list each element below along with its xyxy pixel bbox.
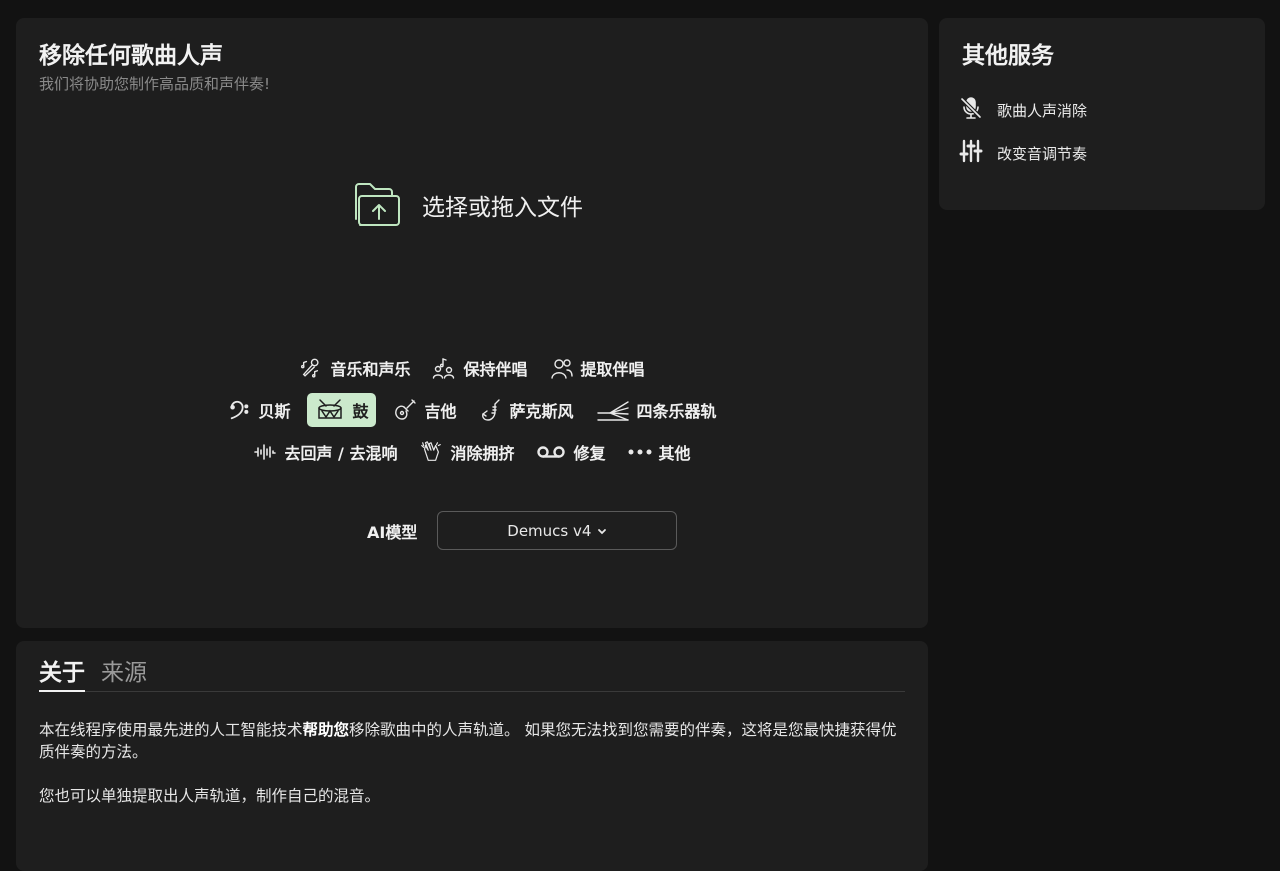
more-dots-icon [628, 440, 652, 464]
folder-upload-icon [352, 179, 404, 231]
option-label: 吉他 [424, 402, 457, 421]
voicemail-icon [536, 440, 566, 464]
about-panel: 关于 来源 本在线程序使用最先进的人工智能技术帮助您移除歌曲中的人声轨道。 如果… [16, 641, 928, 871]
about-paragraph-2: 您也可以单独提取出人声轨道，制作自己的混音。 [39, 787, 381, 805]
option-label: 去回声 / 去混响 [284, 444, 398, 463]
split-tracks-icon [596, 398, 630, 422]
mic-off-icon [959, 96, 983, 124]
option-row-3: 去回声 / 去混响 消除拥挤 修复 其他 [16, 435, 928, 469]
option-label: 音乐和声乐 [330, 360, 411, 379]
sliders-icon [959, 139, 983, 167]
upload-dropzone[interactable]: 选择或拖入文件 [352, 180, 583, 230]
option-label: 四条乐器轨 [636, 402, 717, 421]
microphone-note-icon [299, 356, 323, 380]
option-label: 萨克斯风 [509, 402, 574, 421]
option-bass[interactable]: 贝斯 [222, 393, 295, 427]
tab-source[interactable]: 来源 [101, 657, 147, 692]
option-keep-backing[interactable]: 保持伴唱 [427, 351, 532, 385]
option-decrowd[interactable]: 消除拥挤 [414, 435, 519, 469]
side-title: 其他服务 [962, 43, 1054, 69]
model-selector-row: AI模型 Demucs v4 [367, 511, 678, 550]
singers-icon [550, 356, 574, 380]
tab-about[interactable]: 关于 [39, 657, 85, 692]
option-extract-backing[interactable]: 提取伴唱 [545, 351, 650, 385]
option-label: 鼓 [352, 402, 369, 421]
option-label: 修复 [573, 444, 606, 463]
option-label: 贝斯 [258, 402, 291, 421]
model-dropdown[interactable]: Demucs v4 [437, 511, 678, 550]
option-drums[interactable]: 鼓 [307, 393, 377, 427]
option-label: 提取伴唱 [580, 360, 645, 379]
other-services-panel: 其他服务 歌曲人声消除 改变音调节奏 [939, 18, 1265, 210]
model-value: Demucs v4 [507, 521, 592, 540]
about-text: 本在线程序使用最先进的人工智能技术帮助您移除歌曲中的人声轨道。 如果您无法找到您… [39, 719, 909, 829]
option-label: 其他 [658, 444, 691, 463]
chevron-down-icon [597, 522, 607, 540]
main-panel: 移除任何歌曲人声 我们将协助您制作高品质和声伴奏! 选择或拖入文件 音乐和声乐 … [16, 18, 928, 628]
option-guitar[interactable]: 吉他 [388, 393, 461, 427]
option-dereverb[interactable]: 去回声 / 去混响 [248, 435, 402, 469]
option-label: 消除拥挤 [450, 444, 515, 463]
service-pitch-tempo[interactable]: 改变音调节奏 [959, 139, 1087, 167]
option-other[interactable]: 其他 [623, 435, 696, 469]
service-label: 歌曲人声消除 [997, 101, 1088, 120]
option-music-vocals[interactable]: 音乐和声乐 [294, 351, 415, 385]
page-subtitle: 我们将协助您制作高品质和声伴奏! [39, 75, 271, 93]
choir-icon [432, 356, 456, 380]
guitar-icon [393, 398, 417, 422]
about-tabs: 关于 来源 [39, 657, 905, 692]
model-label: AI模型 [367, 522, 418, 542]
saxophone-icon [479, 398, 503, 422]
option-saxophone[interactable]: 萨克斯风 [474, 393, 579, 427]
upload-label: 选择或拖入文件 [422, 195, 583, 221]
drum-icon [315, 398, 345, 422]
service-label: 改变音调节奏 [997, 144, 1088, 163]
page-title: 移除任何歌曲人声 [39, 43, 223, 69]
bass-clef-icon [227, 398, 251, 422]
option-row-2: 贝斯 鼓 吉他 萨克斯风 四条乐器轨 [16, 393, 928, 427]
option-repair[interactable]: 修复 [531, 435, 610, 469]
service-vocal-remover[interactable]: 歌曲人声消除 [959, 96, 1087, 124]
option-label: 保持伴唱 [463, 360, 528, 379]
option-row-1: 音乐和声乐 保持伴唱 提取伴唱 [16, 351, 928, 385]
option-four-tracks[interactable]: 四条乐器轨 [591, 393, 722, 427]
clapping-hands-icon [419, 440, 443, 464]
waveform-icon [253, 440, 277, 464]
about-paragraph-1: 本在线程序使用最先进的人工智能技术帮助您移除歌曲中的人声轨道。 如果您无法找到您… [39, 721, 897, 761]
